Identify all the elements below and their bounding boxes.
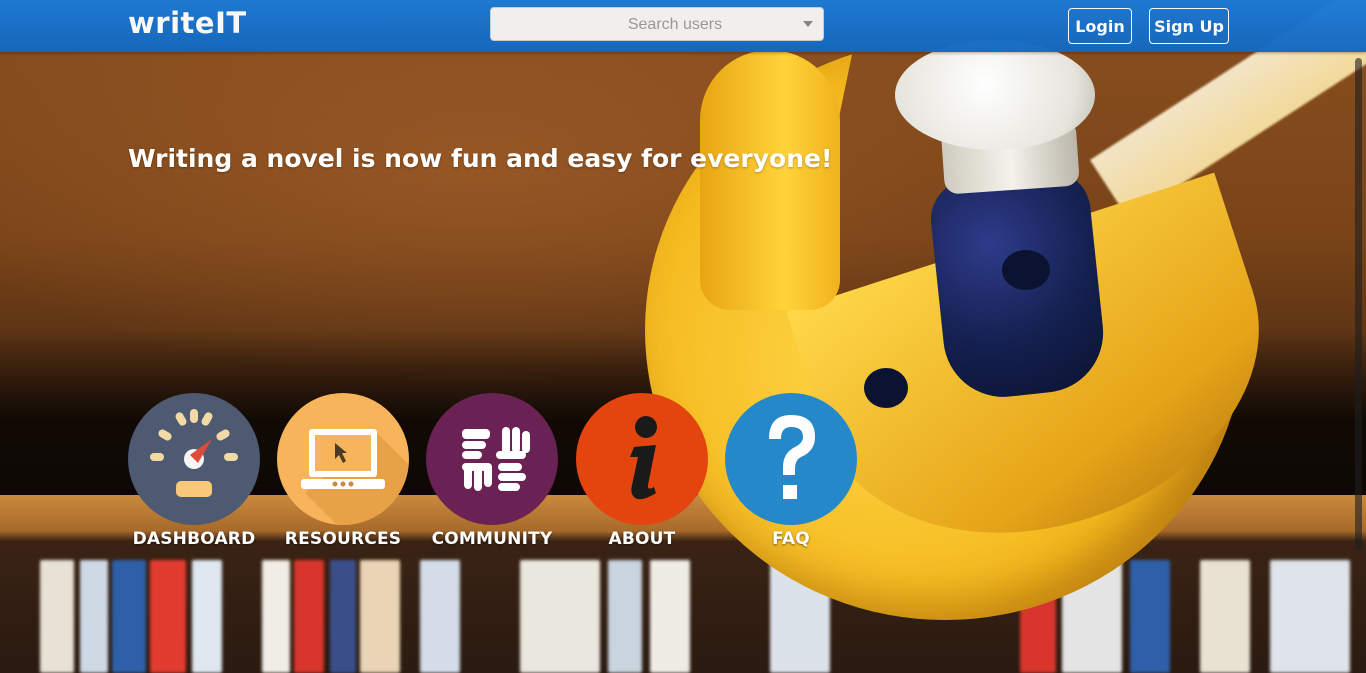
lamp-knob: [864, 368, 908, 408]
dashboard-gauge-icon[interactable]: [128, 393, 260, 525]
user-search[interactable]: [490, 7, 827, 42]
book: [1130, 560, 1170, 673]
laptop-cursor-icon[interactable]: [277, 393, 409, 525]
search-input[interactable]: [491, 8, 827, 42]
brand-logo[interactable]: writeIT: [128, 6, 247, 40]
light-bulb: [895, 40, 1095, 150]
book: [192, 560, 222, 673]
tile-label: ABOUT: [608, 529, 676, 549]
tile-label: DASHBOARD: [132, 529, 256, 549]
book: [40, 560, 74, 673]
book: [80, 560, 108, 673]
tile-dashboard[interactable]: DASHBOARD: [128, 393, 260, 553]
hero-background-image: [0, 0, 1366, 673]
signup-button[interactable]: Sign Up: [1149, 8, 1229, 44]
book: [330, 560, 356, 673]
tile-label: COMMUNITY: [431, 529, 553, 549]
chevron-down-icon[interactable]: [803, 21, 813, 27]
question-mark-icon[interactable]: [725, 393, 857, 525]
book: [1200, 560, 1250, 673]
tile-faq[interactable]: FAQ: [725, 393, 857, 553]
book: [650, 560, 690, 673]
book: [150, 560, 186, 673]
tile-about[interactable]: ABOUT: [576, 393, 708, 553]
book: [112, 560, 146, 673]
moon-lamp-top: [700, 50, 840, 310]
book: [520, 560, 600, 673]
top-navbar: writeIT Login Sign Up: [0, 0, 1366, 52]
book: [420, 560, 460, 673]
bookshelf-books: [0, 560, 1366, 673]
book: [360, 560, 400, 673]
book: [1270, 560, 1350, 673]
tile-community[interactable]: COMMUNITY: [426, 393, 558, 553]
hero-tagline: Writing a novel is now fun and easy for …: [128, 144, 833, 173]
login-button[interactable]: Login: [1068, 8, 1132, 44]
info-icon[interactable]: [576, 393, 708, 525]
lamp-knob: [1002, 250, 1050, 290]
community-hands-icon[interactable]: [426, 393, 558, 525]
tile-label: FAQ: [772, 529, 810, 549]
scrollbar[interactable]: [1355, 58, 1362, 550]
book: [294, 560, 324, 673]
tile-label: RESOURCES: [284, 529, 402, 549]
book: [262, 560, 290, 673]
book: [608, 560, 642, 673]
tile-resources[interactable]: RESOURCES: [277, 393, 409, 553]
